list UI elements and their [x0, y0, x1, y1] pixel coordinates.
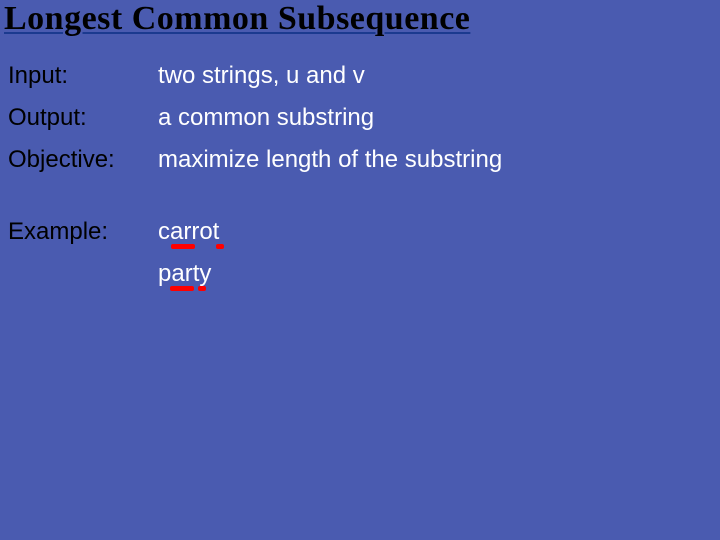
- row-objective: Objective: maximize length of the substr…: [8, 146, 502, 174]
- example-word-2: party: [158, 260, 211, 288]
- highlight-mark: [198, 286, 206, 291]
- definition-list: Input: two strings, u and v Output: a co…: [8, 62, 502, 302]
- row-objective-label: Objective:: [8, 146, 158, 174]
- slide: Longest Common Subsequence Input: two st…: [0, 0, 720, 540]
- example-word-1-text: carrot: [158, 218, 219, 245]
- row-input-label: Input:: [8, 62, 158, 90]
- row-input-value: two strings, u and v: [158, 62, 365, 90]
- example-word-2-text: party: [158, 260, 211, 287]
- highlight-mark: [216, 244, 224, 249]
- row-example-2: party: [8, 260, 502, 288]
- row-objective-value: maximize length of the substring: [158, 146, 502, 174]
- row-output-label: Output:: [8, 104, 158, 132]
- highlight-mark: [171, 244, 195, 249]
- row-input: Input: two strings, u and v: [8, 62, 502, 90]
- row-example-2-value: party: [158, 260, 211, 288]
- row-example-value: carrot: [158, 218, 219, 246]
- example-word-1: carrot: [158, 218, 219, 246]
- row-output: Output: a common substring: [8, 104, 502, 132]
- page-title: Longest Common Subsequence: [4, 0, 470, 38]
- highlight-mark: [170, 286, 194, 291]
- row-output-value: a common substring: [158, 104, 374, 132]
- row-example-label: Example:: [8, 218, 158, 246]
- row-example: Example: carrot: [8, 218, 502, 246]
- row-example-2-spacer: [8, 260, 158, 288]
